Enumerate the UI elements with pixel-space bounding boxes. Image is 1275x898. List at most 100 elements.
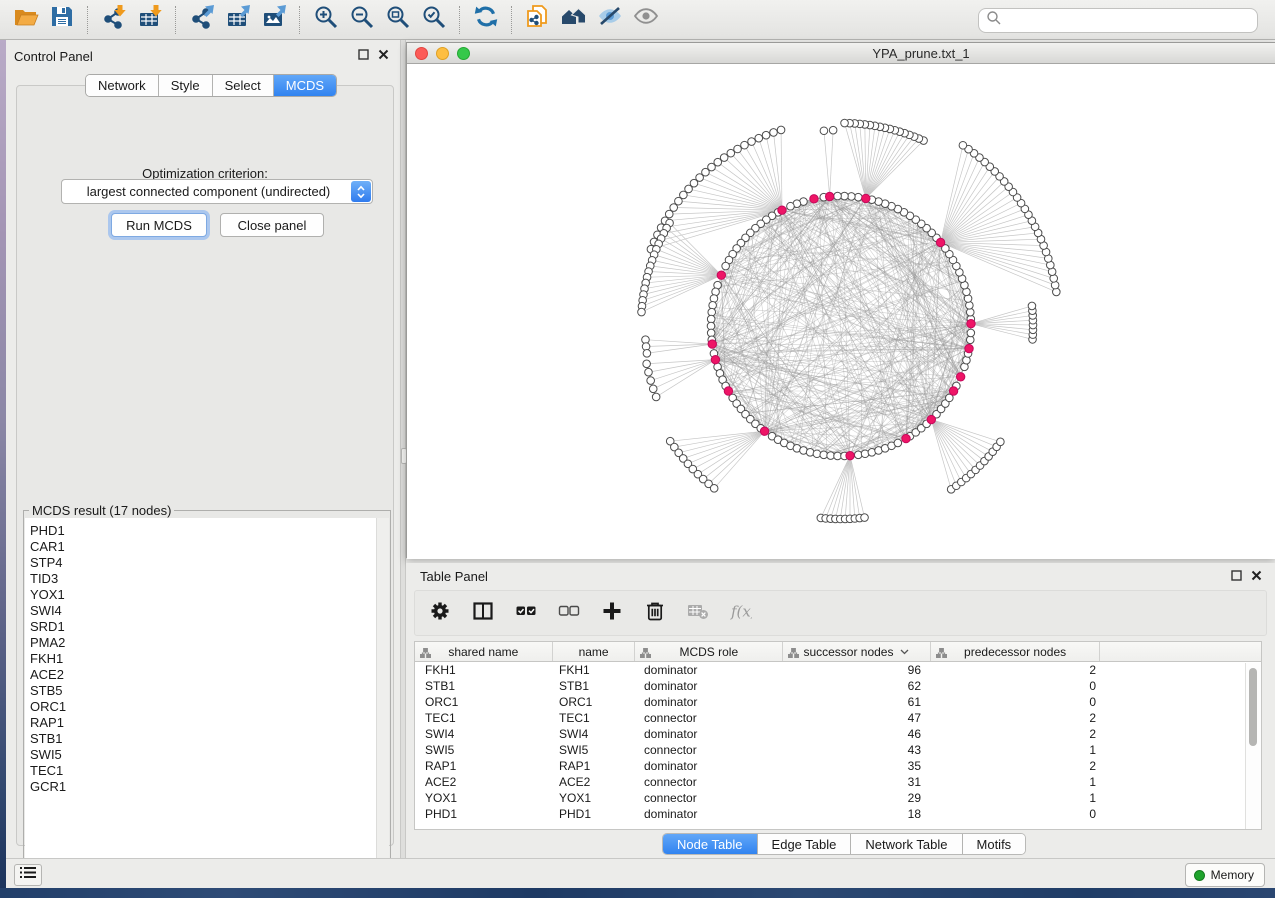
close-window-light[interactable] [415,47,428,60]
criterion-dropdown[interactable]: largest connected component (undirected) [61,179,373,204]
mcds-result-list[interactable]: PHD1CAR1STP4TID3YOX1SWI4SRD1PMA2FKH1ACE2… [25,518,389,876]
table-row[interactable]: FKH1FKH1dominator962 [415,662,1261,678]
close-panel-icon[interactable] [377,48,390,61]
mcds-result-title: MCDS result (17 nodes) [29,503,174,518]
zoom-out-button[interactable] [344,4,380,36]
table-row[interactable]: RAP1RAP1dominator352 [415,758,1261,774]
deselect-checks-button[interactable] [556,600,582,626]
table-row[interactable]: STB1STB1dominator620 [415,678,1261,694]
close-panel-button[interactable]: Close panel [220,213,324,237]
select-checks-button[interactable] [513,600,539,626]
show-all-icon [633,4,659,35]
table-row[interactable]: ORC1ORC1dominator610 [415,694,1261,710]
cell-successor: 96 [784,663,932,677]
table-scrollbar-thumb[interactable] [1249,668,1257,746]
tab-network[interactable]: Network [86,75,158,96]
column-header-predecessor-nodes[interactable]: predecessor nodes [931,642,1101,661]
result-node-item[interactable]: TID3 [25,571,389,587]
column-header-successor-nodes[interactable]: successor nodes [783,642,931,661]
tab-network-table[interactable]: Network Table [850,834,961,854]
result-node-item[interactable]: SWI4 [25,603,389,619]
result-node-item[interactable]: ORC1 [25,699,389,715]
delete-row-button[interactable] [642,600,668,626]
task-history-button[interactable] [14,864,42,886]
table-scrollbar[interactable] [1245,663,1261,829]
result-node-item[interactable]: STB5 [25,683,389,699]
save-session-button[interactable] [44,4,80,36]
tab-select[interactable]: Select [212,75,273,96]
table-row[interactable]: SWI4SWI4dominator462 [415,726,1261,742]
mcds-panel: Optimization criterion: largest connecte… [16,85,394,846]
result-node-item[interactable]: TEC1 [25,763,389,779]
column-header-shared-name[interactable]: shared name [415,642,553,661]
zoom-fit-button[interactable] [380,4,416,36]
cell-predecessor: 0 [932,695,1102,709]
network-window-titlebar[interactable]: YPA_prune.txt_1 [407,43,1275,64]
result-node-item[interactable]: SRD1 [25,619,389,635]
result-node-item[interactable]: GCR1 [25,779,389,795]
minimize-window-light[interactable] [436,47,449,60]
tab-style[interactable]: Style [158,75,212,96]
cell-successor: 61 [784,695,932,709]
result-node-item[interactable]: YOX1 [25,587,389,603]
network-graph[interactable] [407,64,1275,559]
import-table-button[interactable] [132,4,168,36]
memory-status-icon [1194,870,1205,881]
column-label: shared name [448,645,518,659]
float-table-panel-icon[interactable] [1230,569,1243,582]
column-label: predecessor nodes [964,645,1066,659]
import-network-button[interactable] [96,4,132,36]
float-panel-icon[interactable] [357,48,370,61]
home-networks-button[interactable] [556,4,592,36]
cell-name: PHD1 [553,807,636,821]
zoom-in-button[interactable] [308,4,344,36]
hide-selected-button[interactable] [592,4,628,36]
mcds-result-scrollbar[interactable] [376,518,389,876]
result-node-item[interactable]: ACE2 [25,667,389,683]
export-image-button[interactable] [256,4,292,36]
sort-chevron-icon[interactable] [900,649,909,655]
duplicate-network-button[interactable] [520,4,556,36]
table-row[interactable]: ACE2ACE2connector311 [415,774,1261,790]
open-file-button[interactable] [8,4,44,36]
refresh-layout-button[interactable] [468,4,504,36]
export-network-button[interactable] [184,4,220,36]
result-node-item[interactable]: SWI5 [25,747,389,763]
search-input[interactable] [1002,12,1257,29]
result-node-item[interactable]: STB1 [25,731,389,747]
control-panel: Control Panel NetworkStyleSelectMCDS Opt… [6,40,400,858]
result-node-item[interactable]: PMA2 [25,635,389,651]
show-all-button[interactable] [628,4,664,36]
result-node-item[interactable]: STP4 [25,555,389,571]
search-box[interactable] [978,8,1258,33]
tab-node-table[interactable]: Node Table [663,834,757,854]
zoom-window-light[interactable] [457,47,470,60]
cell-successor: 43 [784,743,932,757]
column-header-mcds-role[interactable]: MCDS role [635,642,783,661]
run-mcds-button[interactable]: Run MCDS [111,213,207,237]
memory-button[interactable]: Memory [1185,863,1265,887]
zoom-selected-button[interactable] [416,4,452,36]
tab-motifs[interactable]: Motifs [962,834,1026,854]
add-row-button[interactable] [599,600,625,626]
column-header-name[interactable]: name [553,642,636,661]
cell-predecessor: 1 [932,743,1102,757]
tab-mcds[interactable]: MCDS [273,75,336,96]
split-columns-button[interactable] [470,600,496,626]
cell-mcds-role: dominator [636,759,784,773]
toolbar-separator [299,6,301,34]
toolbar-separator [459,6,461,34]
result-node-item[interactable]: FKH1 [25,651,389,667]
result-node-item[interactable]: PHD1 [25,523,389,539]
table-row[interactable]: YOX1YOX1connector291 [415,790,1261,806]
result-node-item[interactable]: CAR1 [25,539,389,555]
close-table-panel-icon[interactable] [1250,569,1263,582]
table-settings-button[interactable] [427,600,453,626]
table-row[interactable]: TEC1TEC1connector472 [415,710,1261,726]
export-table-button[interactable] [220,4,256,36]
result-node-item[interactable]: RAP1 [25,715,389,731]
table-row[interactable]: PHD1PHD1dominator180 [415,806,1261,822]
column-label: MCDS role [679,645,738,659]
tab-edge-table[interactable]: Edge Table [757,834,851,854]
table-row[interactable]: SWI5SWI5connector431 [415,742,1261,758]
